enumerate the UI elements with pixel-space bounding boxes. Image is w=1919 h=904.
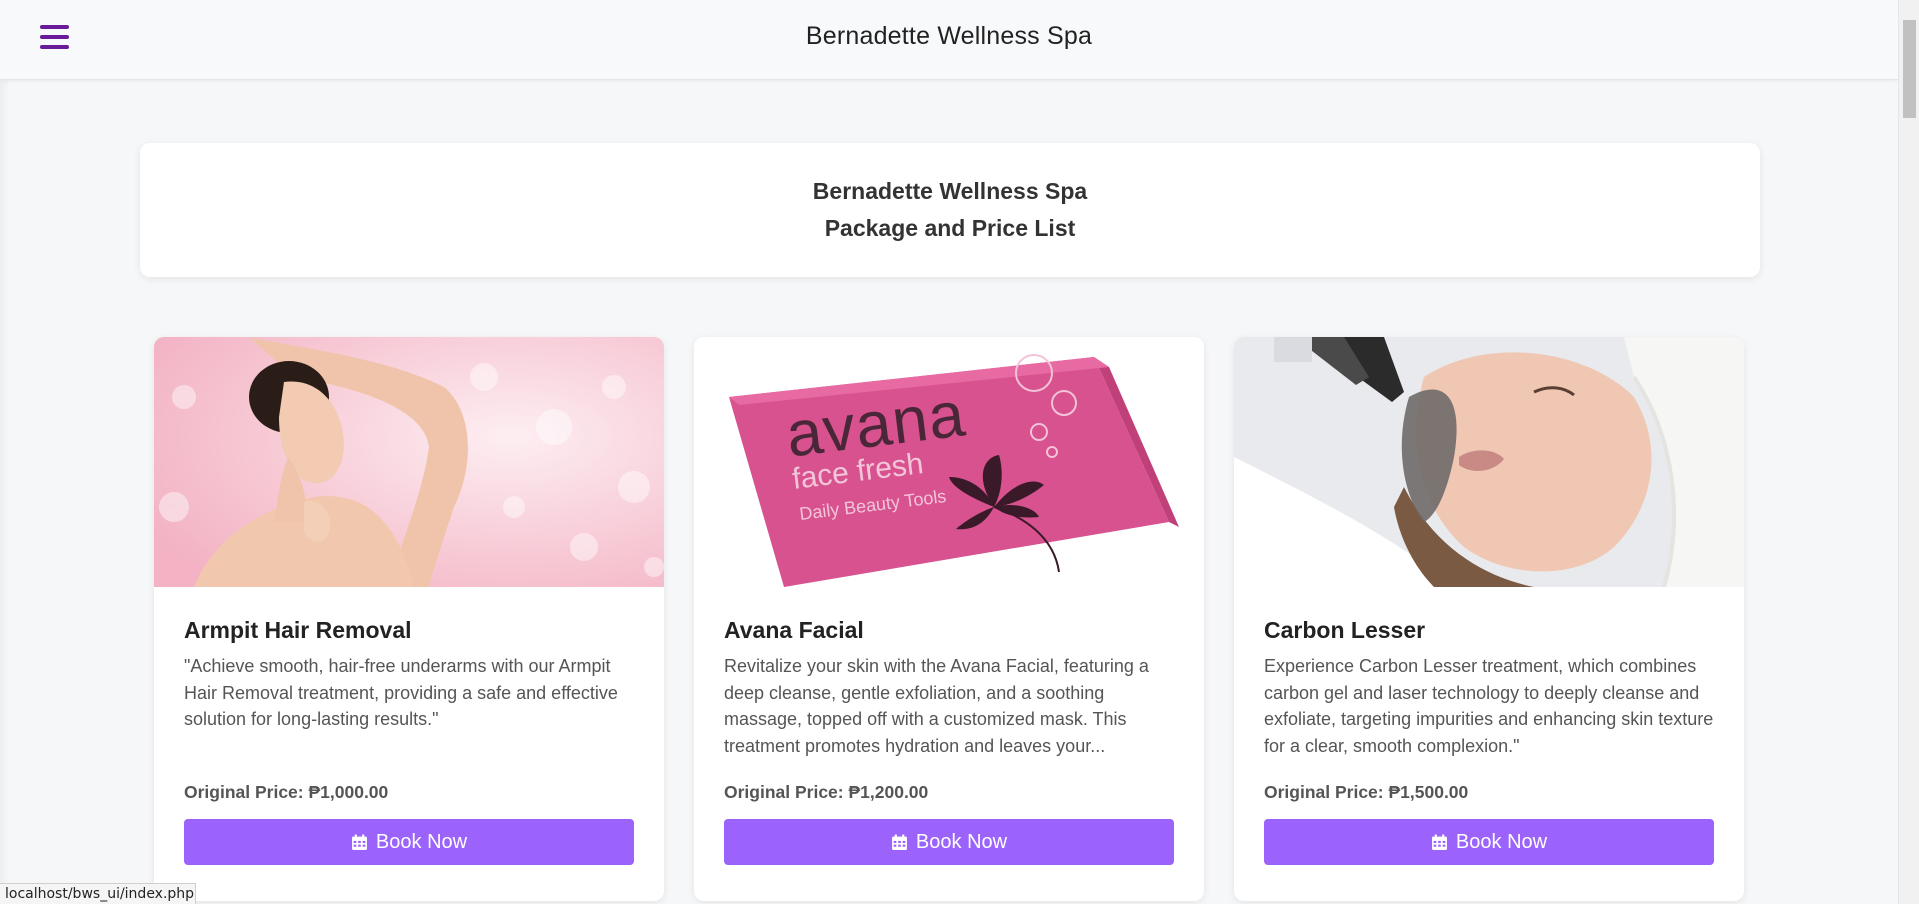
service-description: Experience Carbon Lesser treatment, whic… [1264,656,1714,756]
service-price: Original Price: ₱1,200.00 [724,782,929,802]
calendar-icon [351,834,367,850]
calendar-icon [1431,834,1447,850]
site-title: Bernadette Wellness Spa [805,22,1093,50]
service-title: Avana Facial [724,617,864,643]
service-image: avana face fresh Daily Beauty Tools [694,337,1204,587]
service-image [154,337,664,587]
page-edge [0,80,10,904]
navbar: Bernadette Wellness Spa [0,0,1898,80]
service-price: Original Price: ₱1,500.00 [1264,782,1469,802]
service-title: Carbon Lesser [1264,617,1426,643]
book-now-button[interactable]: Book Now [184,819,634,865]
book-now-label: Book Now [1455,830,1548,853]
calendar-icon [891,834,907,850]
service-image [1234,337,1744,587]
book-now-button[interactable]: Book Now [1264,819,1714,865]
service-card: Carbon Lesser Experience Carbon Lesser t… [1234,337,1744,901]
service-card: avana face fresh Daily Beauty Tools Avan… [694,337,1204,901]
service-card: Armpit Hair Removal "Achieve smooth, hai… [154,337,664,901]
page-scrollbar[interactable] [1898,0,1919,904]
service-title: Armpit Hair Removal [184,617,412,643]
book-now-label: Book Now [375,830,468,853]
service-description: "Achieve smooth, hair-free underarms wit… [184,656,618,729]
page: Bernadette Wellness Spa Bernadette Welln… [0,0,1919,904]
price-list-header: Bernadette Wellness Spa Package and Pric… [140,143,1760,277]
book-now-button[interactable]: Book Now [724,819,1174,865]
scrollbar-thumb[interactable] [1903,20,1916,118]
book-now-label: Book Now [915,830,1008,853]
header-subtitle: Package and Price List [824,215,1076,241]
status-url: localhost/bws_ui/index.php [0,883,196,904]
header-spa-name: Bernadette Wellness Spa [812,178,1088,204]
service-price: Original Price: ₱1,000.00 [184,782,389,802]
service-description: Revitalize your skin with the Avana Faci… [724,656,1149,756]
